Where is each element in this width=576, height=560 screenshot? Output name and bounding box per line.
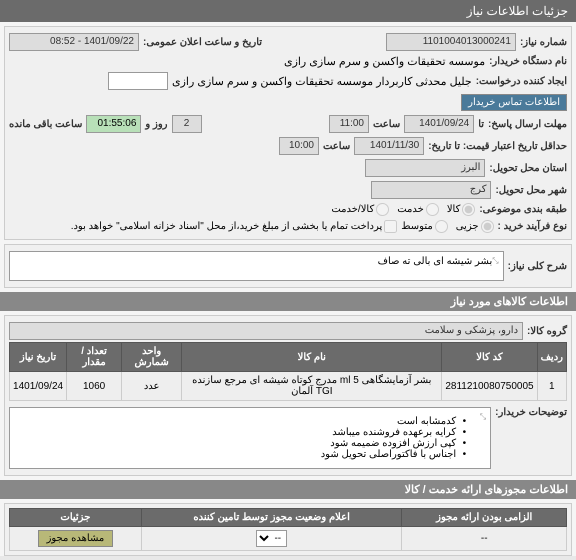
- buyer-notes-list: کدمشابه است کرایه برعهده فروشنده میباشد …: [14, 412, 486, 464]
- buyer-notes-label: توضیحات خریدار:: [495, 407, 567, 418]
- list-item: اجناس با فاکتوراصلی تحویل شود: [34, 449, 466, 460]
- announce-label: تاریخ و ساعت اعلان عمومی:: [143, 37, 262, 48]
- city-field: کرج: [371, 181, 491, 199]
- days-field: 2: [172, 115, 202, 133]
- list-item: کپی ارزش افزوده ضمیمه شود: [34, 438, 466, 449]
- page-title: جزئیات اطلاعات نیاز: [467, 4, 568, 18]
- requester-extra-field[interactable]: [108, 72, 168, 90]
- th-date: تاریخ نیاز: [10, 343, 67, 372]
- cell-date: 1401/09/24: [10, 372, 67, 401]
- credit-date-field: 1401/11/30: [354, 137, 424, 155]
- details-section: شماره نیاز: 1101004013000241 تاریخ و ساع…: [4, 26, 572, 240]
- goods-group-label: گروه کالا:: [527, 326, 567, 337]
- license-status-select[interactable]: --: [256, 530, 287, 547]
- cell-idx: 1: [537, 372, 566, 401]
- ta-label: تا: [478, 119, 484, 130]
- cat-both-radio[interactable]: کالا/خدمت: [331, 203, 389, 216]
- contact-buyer-button[interactable]: اطلاعات تماس خریدار: [461, 94, 567, 111]
- time-label-2: ساعت: [323, 141, 350, 152]
- lth-mandatory: الزامی بودن ارائه مجوز: [402, 509, 567, 527]
- lth-status: اعلام وضعیت مجوز توسط تامین کننده: [141, 509, 402, 527]
- deadline-label: مهلت ارسال پاسخ:: [488, 119, 567, 130]
- buyer-label: نام دستگاه خریدار:: [489, 56, 567, 67]
- th-qty: تعداد / مقدار: [67, 343, 122, 372]
- province-field: البرز: [365, 159, 485, 177]
- lth-details: جزئیات: [10, 509, 142, 527]
- category-label: طبقه بندی موضوعی:: [479, 204, 567, 215]
- cell-name: بشر آزمایشگاهی 5 ml مدرج کوتاه شیشه ای م…: [182, 372, 442, 401]
- goods-group-field: دارو، پزشکی و سلامت: [9, 322, 523, 340]
- need-no-label: شماره نیاز:: [520, 37, 567, 48]
- lcell-status: --: [141, 527, 402, 551]
- cat-goods-radio[interactable]: کالا: [447, 203, 476, 216]
- th-code: کد کالا: [442, 343, 537, 372]
- province-label: استان محل تحویل:: [489, 163, 567, 174]
- need-desc-section: شرح کلی نیاز: ⤡ بشر شیشه ای بالی ته صاف: [4, 244, 572, 288]
- pt-mid-radio[interactable]: متوسط: [401, 220, 447, 233]
- license-table: الزامی بودن ارائه مجوز اعلام وضعیت مجوز …: [9, 508, 567, 551]
- table-row: 1 2811210080750005 بشر آزمایشگاهی 5 ml م…: [10, 372, 567, 401]
- need-desc-box: ⤡ بشر شیشه ای بالی ته صاف: [9, 251, 504, 281]
- need-no-field: 1101004013000241: [386, 33, 516, 51]
- requester-label: ایجاد کننده درخواست:: [476, 76, 567, 87]
- goods-header: اطلاعات کالاهای مورد نیاز: [0, 292, 576, 311]
- pt-note-checkbox[interactable]: پرداخت تمام یا بخشی از مبلغ خرید،از محل …: [71, 220, 398, 233]
- purchase-type-radio-group: جزیی متوسط: [401, 220, 493, 233]
- list-item: کرایه برعهده فروشنده میباشد: [34, 427, 466, 438]
- remain-time-field: 01:55:06: [86, 115, 141, 133]
- th-idx: ردیف: [537, 343, 566, 372]
- th-unit: واحد شمارش: [122, 343, 182, 372]
- cell-qty: 1060: [67, 372, 122, 401]
- lcell-mandatory: --: [402, 527, 567, 551]
- days-label: روز و: [145, 119, 167, 130]
- license-row: -- -- مشاهده مجوز: [10, 527, 567, 551]
- buyer-notes-box: ⤡ کدمشابه است کرایه برعهده فروشنده میباش…: [9, 407, 491, 469]
- credit-label: حداقل تاریخ اعتبار قیمت: تا تاریخ:: [428, 141, 567, 152]
- need-desc-text: بشر شیشه ای بالی ته صاف: [378, 256, 493, 267]
- pt-low-radio[interactable]: جزیی: [456, 220, 494, 233]
- view-license-button[interactable]: مشاهده مجوز: [38, 530, 114, 547]
- license-header: اطلاعات مجوزهای ارائه خدمت / کالا: [0, 480, 576, 499]
- announce-field: 1401/09/22 - 08:52: [9, 33, 139, 51]
- time-label-1: ساعت: [373, 119, 400, 130]
- lcell-details: مشاهده مجوز: [10, 527, 142, 551]
- requester-value: جلیل محدثی کاربردار موسسه تحقیقات واکسن …: [172, 75, 472, 88]
- category-radio-group: کالا خدمت کالا/خدمت: [331, 203, 475, 216]
- deadline-time-field: 11:00: [329, 115, 369, 133]
- cell-code: 2811210080750005: [442, 372, 537, 401]
- credit-time-field: 10:00: [279, 137, 319, 155]
- need-desc-label: شرح کلی نیاز:: [508, 261, 567, 272]
- license-section: الزامی بودن ارائه مجوز اعلام وضعیت مجوز …: [4, 503, 572, 556]
- goods-table: ردیف کد کالا نام کالا واحد شمارش تعداد /…: [9, 342, 567, 401]
- resize-handle-icon-2: ⤡: [480, 412, 486, 422]
- purchase-type-label: نوع فرآیند خرید :: [498, 221, 567, 232]
- cell-unit: عدد: [122, 372, 182, 401]
- goods-section: گروه کالا: دارو، پزشکی و سلامت ردیف کد ک…: [4, 315, 572, 476]
- city-label: شهر محل تحویل:: [495, 185, 567, 196]
- resize-handle-icon: ⤡: [492, 256, 498, 266]
- buyer-value: موسسه تحقیقات واکسن و سرم سازی رازی: [284, 55, 485, 68]
- remain-label: ساعت باقی مانده: [9, 119, 82, 130]
- cat-service-radio[interactable]: خدمت: [397, 203, 439, 216]
- deadline-date-field: 1401/09/24: [404, 115, 474, 133]
- list-item: کدمشابه است: [34, 416, 466, 427]
- page-header: جزئیات اطلاعات نیاز: [0, 0, 576, 22]
- th-name: نام کالا: [182, 343, 442, 372]
